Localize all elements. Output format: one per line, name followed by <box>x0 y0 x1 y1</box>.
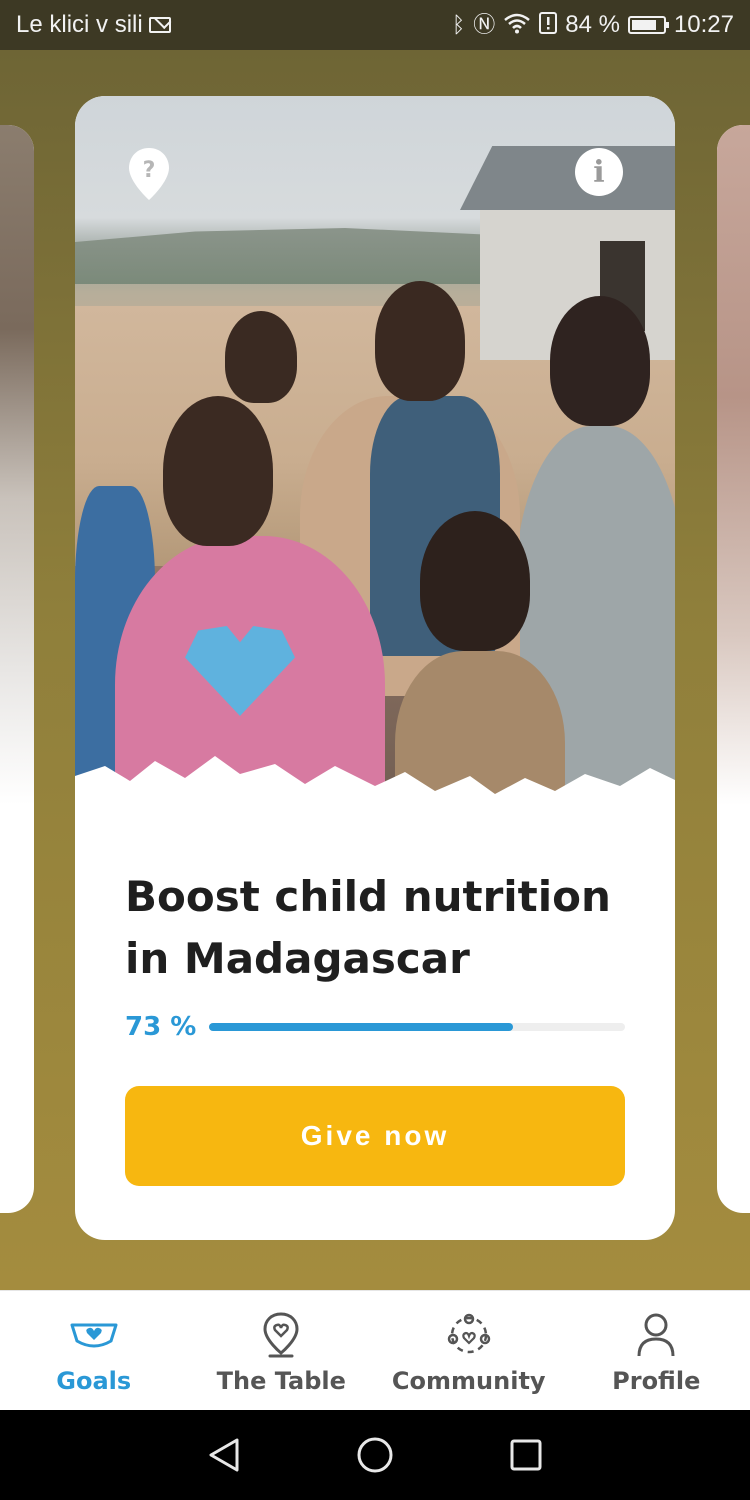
status-bar: Le klici v sili ᛒ Ⓝ 84 % 10:27 <box>0 0 750 50</box>
alert-icon <box>539 12 558 38</box>
previous-goal-photo <box>0 125 34 805</box>
system-nav-bar <box>0 1410 750 1500</box>
nav-item-community[interactable]: Community <box>375 1291 563 1410</box>
goal-card[interactable]: ? i Boost child nutrition in Madagascar … <box>75 96 675 1240</box>
person-icon <box>637 1313 675 1357</box>
give-now-button[interactable]: Give now <box>125 1086 625 1186</box>
photo-child <box>420 511 530 651</box>
clock: 10:27 <box>673 11 734 38</box>
goal-title-line1: Boost child nutrition <box>125 872 611 921</box>
carrier-label: Le klici v sili <box>16 11 143 38</box>
map-pin-heart-icon <box>263 1312 299 1358</box>
battery-percent: 84 % <box>565 11 620 38</box>
nav-label-community: Community <box>391 1367 546 1395</box>
goal-title: Boost child nutrition in Madagascar <box>125 866 625 990</box>
home-icon[interactable] <box>356 1436 394 1474</box>
goal-title-line2: in Madagascar <box>125 934 470 983</box>
nav-item-profile[interactable]: Profile <box>563 1291 750 1410</box>
goal-photo: ? i <box>75 96 675 856</box>
progress-bar-fill <box>209 1023 513 1031</box>
torn-paper-edge <box>75 756 675 856</box>
photo-child <box>163 396 273 546</box>
bottom-nav: Goals The Table Community Profile <box>0 1290 750 1410</box>
goals-carousel[interactable]: ? i Boost child nutrition in Madagascar … <box>0 50 750 1290</box>
nav-label-the-table: The Table <box>216 1367 346 1395</box>
battery-fill <box>631 20 657 30</box>
progress-percent: 73 % <box>125 1012 197 1042</box>
info-icon[interactable]: i <box>575 148 623 196</box>
nfc-icon: Ⓝ <box>473 12 496 37</box>
bluetooth-icon: ᛒ <box>452 12 466 37</box>
back-icon[interactable] <box>207 1437 241 1473</box>
goal-details: Boost child nutrition in Madagascar 73 %… <box>125 866 625 1186</box>
photo-child <box>375 281 465 401</box>
status-right: ᛒ Ⓝ 84 % 10:27 <box>452 11 734 39</box>
next-goal-card[interactable] <box>717 125 750 1213</box>
mail-icon <box>148 17 171 33</box>
photo-child <box>225 311 297 403</box>
nav-item-goals[interactable]: Goals <box>0 1291 188 1410</box>
status-left: Le klici v sili <box>16 11 171 39</box>
nav-label-goals: Goals <box>56 1367 132 1395</box>
wifi-icon <box>503 12 531 38</box>
nav-item-the-table[interactable]: The Table <box>188 1291 376 1410</box>
bowl-icon <box>70 1323 118 1348</box>
goal-progress: 73 % <box>125 1012 625 1042</box>
recent-apps-icon[interactable] <box>509 1438 543 1472</box>
nav-label-profile: Profile <box>612 1367 701 1395</box>
progress-bar <box>209 1023 625 1031</box>
previous-goal-card[interactable] <box>0 125 34 1213</box>
photo-child <box>550 296 650 426</box>
community-icon <box>447 1313 490 1354</box>
battery-icon <box>627 16 669 34</box>
location-question-icon[interactable]: ? <box>127 146 171 202</box>
svg-text:?: ? <box>143 158 156 183</box>
next-goal-photo <box>717 125 750 805</box>
